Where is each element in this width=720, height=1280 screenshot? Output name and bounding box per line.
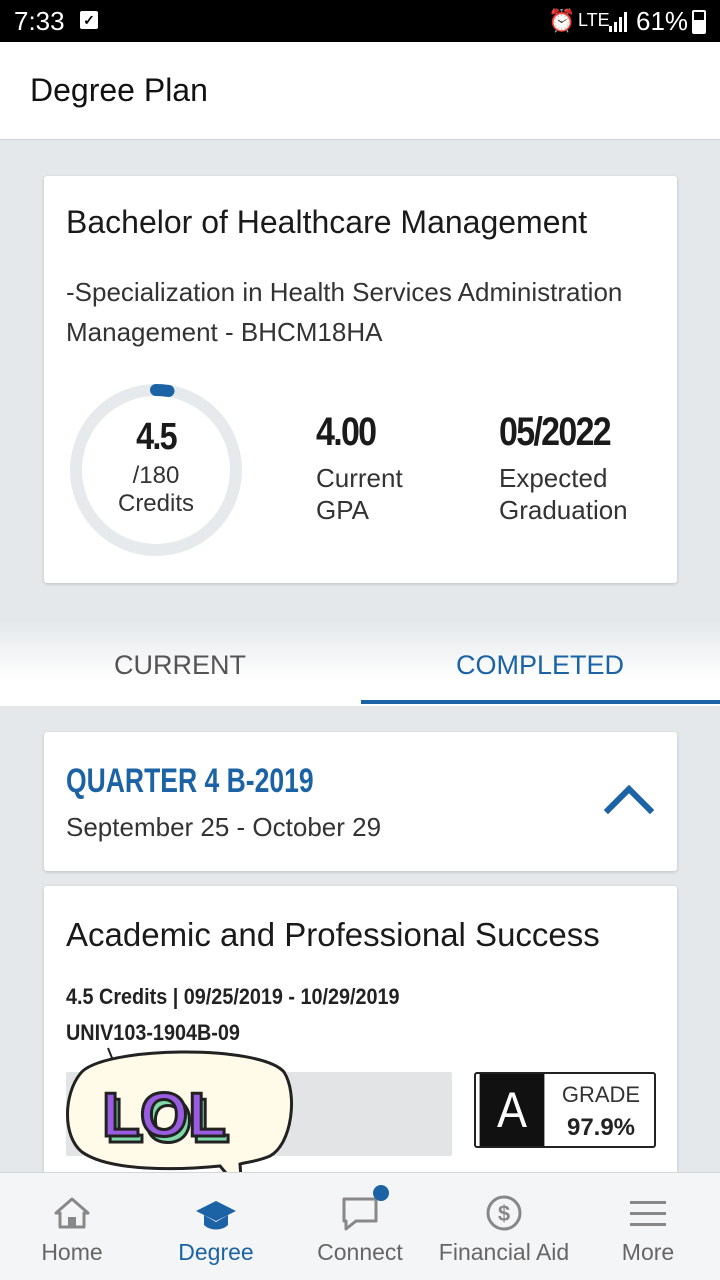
network-label: LTE [578, 10, 610, 30]
course-meta: 4.5 Credits | 09/25/2019 - 10/29/2019 [66, 984, 400, 1009]
home-icon [54, 1197, 90, 1229]
page-title: Degree Plan [30, 72, 208, 108]
graduation-value: 05/2022 [499, 410, 612, 454]
gpa-value: 4.00 [316, 410, 377, 454]
grade-label: GRADE [561, 1082, 641, 1107]
active-tab-indicator [361, 700, 720, 704]
grade-letter: A [479, 1074, 545, 1146]
nav-home[interactable]: Home [0, 1173, 144, 1280]
nav-more[interactable]: More [576, 1173, 720, 1280]
nav-connect-label: Connect [317, 1239, 403, 1265]
menu-icon [630, 1201, 666, 1226]
credits-total: /180 [132, 462, 180, 489]
tab-completed[interactable]: COMPLETED [360, 650, 720, 681]
graduation-cap-icon [196, 1201, 236, 1230]
nav-home-label: Home [41, 1239, 103, 1265]
degree-summary-card: Bachelor of Healthcare Management -Speci… [44, 176, 677, 583]
notification-badge [373, 1185, 389, 1201]
course-title: Academic and Professional Success [66, 916, 600, 953]
chevron-up-icon[interactable] [604, 782, 654, 816]
nav-degree-label: Degree [178, 1239, 254, 1265]
status-bar: 7:33 ✓ ⏰ LTE 61% [0, 0, 720, 42]
credits-earned: 4.5 [136, 416, 178, 458]
grade-value: 97.9% [566, 1114, 636, 1141]
battery-percent: 61% [636, 6, 689, 36]
dollar-icon: $ [486, 1195, 522, 1231]
program-specialization: -Specialization in Health Services Admin… [66, 277, 623, 347]
quarter-header[interactable]: QUARTER 4 B-2019 September 25 - October … [44, 732, 677, 871]
checkbox-notification-icon: ✓ [80, 11, 98, 29]
status-time: 7:33 [14, 6, 65, 36]
nav-degree[interactable]: Degree [144, 1173, 288, 1280]
app-header: Degree Plan [0, 42, 720, 140]
grade-badge: A GRADE 97.9% [474, 1072, 656, 1148]
quarter-dates: September 25 - October 29 [66, 812, 382, 842]
alarm-icon: ⏰ [548, 8, 576, 33]
svg-text:LOL: LOL [102, 1081, 226, 1150]
nav-more-label: More [621, 1239, 675, 1265]
nav-financial-aid[interactable]: $ Financial Aid [432, 1173, 576, 1280]
course-tabs: CURRENT COMPLETED [0, 620, 720, 706]
tab-current[interactable]: CURRENT [0, 650, 360, 681]
program-name: Bachelor of Healthcare Management [66, 204, 588, 240]
gpa-label: Current GPA [316, 463, 403, 525]
bottom-nav: Home Degree Connect $ Financial Aid More [0, 1172, 720, 1280]
nav-connect[interactable]: Connect [288, 1173, 432, 1280]
nav-financial-aid-label: Financial Aid [438, 1239, 570, 1265]
quarter-title: QUARTER 4 B-2019 [66, 762, 314, 800]
battery-icon [692, 10, 706, 34]
graduation-label: Expected Graduation [499, 463, 628, 525]
svg-text:$: $ [498, 1201, 510, 1226]
course-code: UNIV103-1904B-09 [66, 1020, 240, 1045]
credits-label: Credits [117, 490, 195, 517]
signal-icon [609, 12, 627, 32]
